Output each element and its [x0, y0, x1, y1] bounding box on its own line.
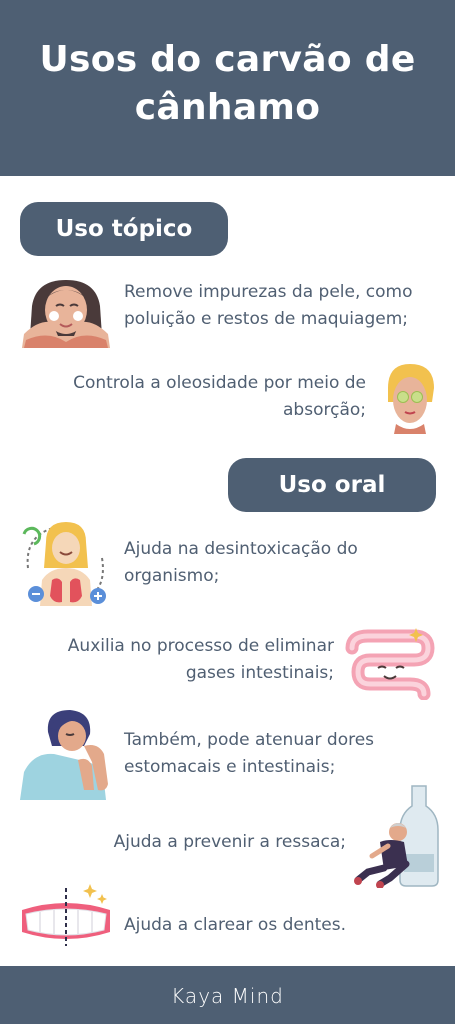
oral-item-1-text: Ajuda na desintoxicação do organismo;: [124, 536, 444, 590]
oral-item-3-line-1: Também, pode atenuar dores: [124, 730, 375, 750]
intestine-icon: [345, 628, 435, 700]
page-title: Usos do carvão de cânhamo: [0, 36, 455, 132]
teeth-whitening-icon: [22, 884, 110, 946]
face-cleansing-icon: [22, 280, 110, 348]
topical-item-1-text: Remove impurezas da pele, como poluição …: [124, 279, 444, 333]
brand-logo: Kaya Mind: [171, 984, 284, 1008]
section-label-oral: Uso oral: [228, 458, 436, 512]
page-title-line-1: Usos do carvão de: [39, 39, 416, 80]
topical-item-1-line-1: Remove impurezas da pele, como: [124, 282, 413, 302]
topical-item-1-line-2: poluição e restos de maquiagem;: [124, 309, 408, 329]
oral-item-3-text: Também, pode atenuar dores estomacais e …: [124, 727, 444, 781]
header: Usos do carvão de cânhamo: [0, 0, 455, 176]
oral-item-2-line-2: gases intestinais;: [185, 663, 334, 683]
oral-item-4-line-1: Ajuda a prevenir a ressaca;: [113, 832, 346, 852]
oral-item-5-line-1: Ajuda a clarear os dentes.: [124, 915, 347, 935]
topical-item-2-line-2: absorção;: [283, 400, 366, 420]
oral-item-4-text: Ajuda a prevenir a ressaca;: [20, 829, 346, 856]
hangover-icon: [354, 785, 439, 888]
footer: Kaya Mind: [0, 966, 455, 1024]
oral-item-3-line-2: estomacais e intestinais;: [124, 757, 336, 777]
stomach-pain-icon: [20, 710, 108, 800]
oral-item-1-line-1: Ajuda na desintoxicação do: [124, 539, 358, 559]
topical-item-2-text: Controla a oleosidade por meio de absorç…: [20, 370, 366, 424]
oral-item-2-line-1: Auxilia no processo de eliminar: [67, 636, 334, 656]
page-title-line-2: cânhamo: [134, 87, 321, 128]
oral-item-5-text: Ajuda a clarear os dentes.: [124, 912, 444, 939]
detox-body-icon: [22, 522, 106, 606]
oral-item-1-line-2: organismo;: [124, 566, 220, 586]
topical-item-2-line-1: Controla a oleosidade por meio de: [73, 373, 366, 393]
section-label-topical: Uso tópico: [20, 202, 228, 256]
oral-item-2-text: Auxilia no processo de eliminar gases in…: [20, 633, 334, 687]
face-mask-icon: [388, 364, 434, 434]
